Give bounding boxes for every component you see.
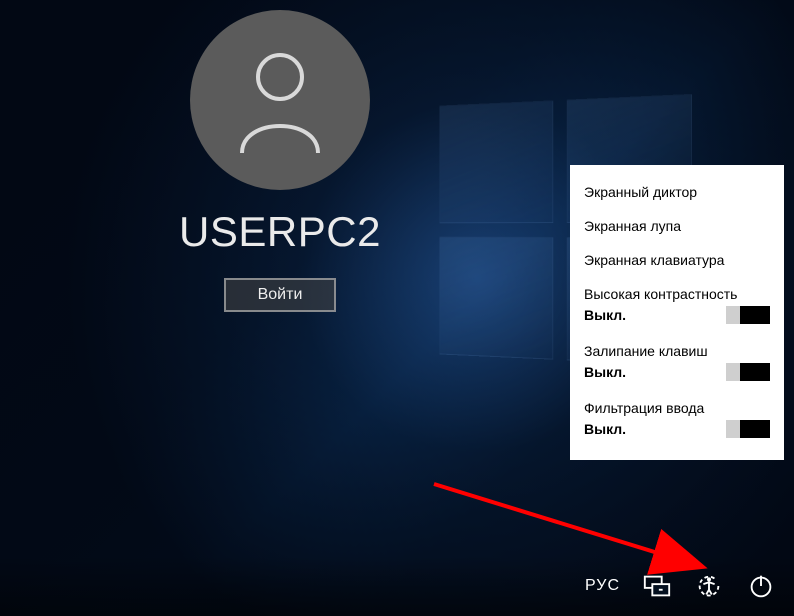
bottom-bar: РУС bbox=[0, 556, 794, 616]
ease-toggle-filter-keys: Фильтрация ввода Выкл. bbox=[584, 391, 770, 448]
toggle-label: Высокая контрастность bbox=[584, 286, 770, 302]
user-avatar bbox=[190, 10, 370, 190]
user-block: UserPC2 Войти bbox=[120, 10, 440, 312]
power-icon[interactable] bbox=[746, 571, 776, 601]
toggle-state: Выкл. bbox=[584, 364, 626, 380]
filter-keys-toggle[interactable] bbox=[726, 420, 770, 438]
toggle-label: Залипание клавиш bbox=[584, 343, 770, 359]
high-contrast-toggle[interactable] bbox=[726, 306, 770, 324]
ease-item-narrator[interactable]: Экранный диктор bbox=[584, 175, 770, 209]
toggle-state: Выкл. bbox=[584, 307, 626, 323]
ease-of-access-popup: Экранный диктор Экранная лупа Экранная к… bbox=[570, 165, 784, 460]
network-icon[interactable] bbox=[642, 571, 672, 601]
ease-item-onscreen-keyboard[interactable]: Экранная клавиатура bbox=[584, 243, 770, 277]
language-indicator[interactable]: РУС bbox=[585, 577, 620, 595]
toggle-label: Фильтрация ввода bbox=[584, 400, 770, 416]
username-label: UserPC2 bbox=[120, 208, 440, 256]
toggle-state: Выкл. bbox=[584, 421, 626, 437]
ease-item-magnifier[interactable]: Экранная лупа bbox=[584, 209, 770, 243]
sticky-keys-toggle[interactable] bbox=[726, 363, 770, 381]
ease-toggle-high-contrast: Высокая контрастность Выкл. bbox=[584, 277, 770, 334]
ease-of-access-icon[interactable] bbox=[694, 571, 724, 601]
ease-toggle-sticky-keys: Залипание клавиш Выкл. bbox=[584, 334, 770, 391]
user-icon bbox=[230, 45, 330, 155]
sign-in-button[interactable]: Войти bbox=[224, 278, 337, 312]
